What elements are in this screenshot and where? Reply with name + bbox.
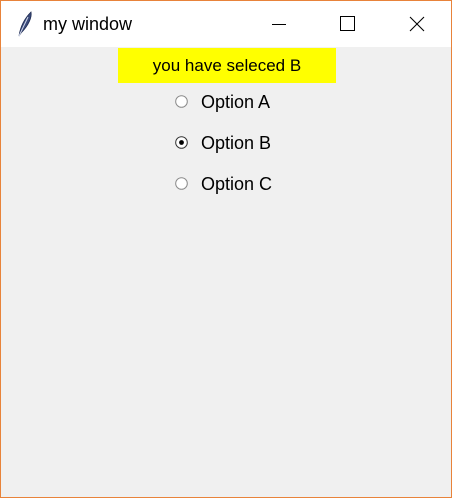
radio-option-label: Option B: [201, 133, 272, 153]
feather-icon: [16, 11, 34, 37]
radio-option-label: Option A: [201, 92, 271, 112]
radio-option-label: Option C: [201, 174, 273, 194]
maximize-icon: [340, 16, 355, 31]
radio-option-c[interactable]: Option C: [173, 172, 313, 196]
selection-status-label: you have seleced B: [118, 48, 336, 83]
radio-option-a[interactable]: Option A: [173, 90, 313, 114]
radio-option-b[interactable]: Option B: [173, 131, 313, 155]
close-button[interactable]: [394, 1, 440, 47]
radio-unchecked-icon[interactable]: [175, 177, 188, 190]
radio-unchecked-icon[interactable]: [175, 95, 188, 108]
minimize-icon: [272, 24, 286, 25]
window-title: my window: [43, 14, 133, 34]
minimize-button[interactable]: [254, 1, 300, 47]
maximize-button[interactable]: [324, 1, 370, 47]
radio-checked-icon[interactable]: [175, 136, 188, 149]
app-window: my window you have seleced B Option A Op…: [0, 0, 452, 498]
title-bar[interactable]: my window: [1, 1, 451, 47]
close-icon: [409, 16, 425, 32]
